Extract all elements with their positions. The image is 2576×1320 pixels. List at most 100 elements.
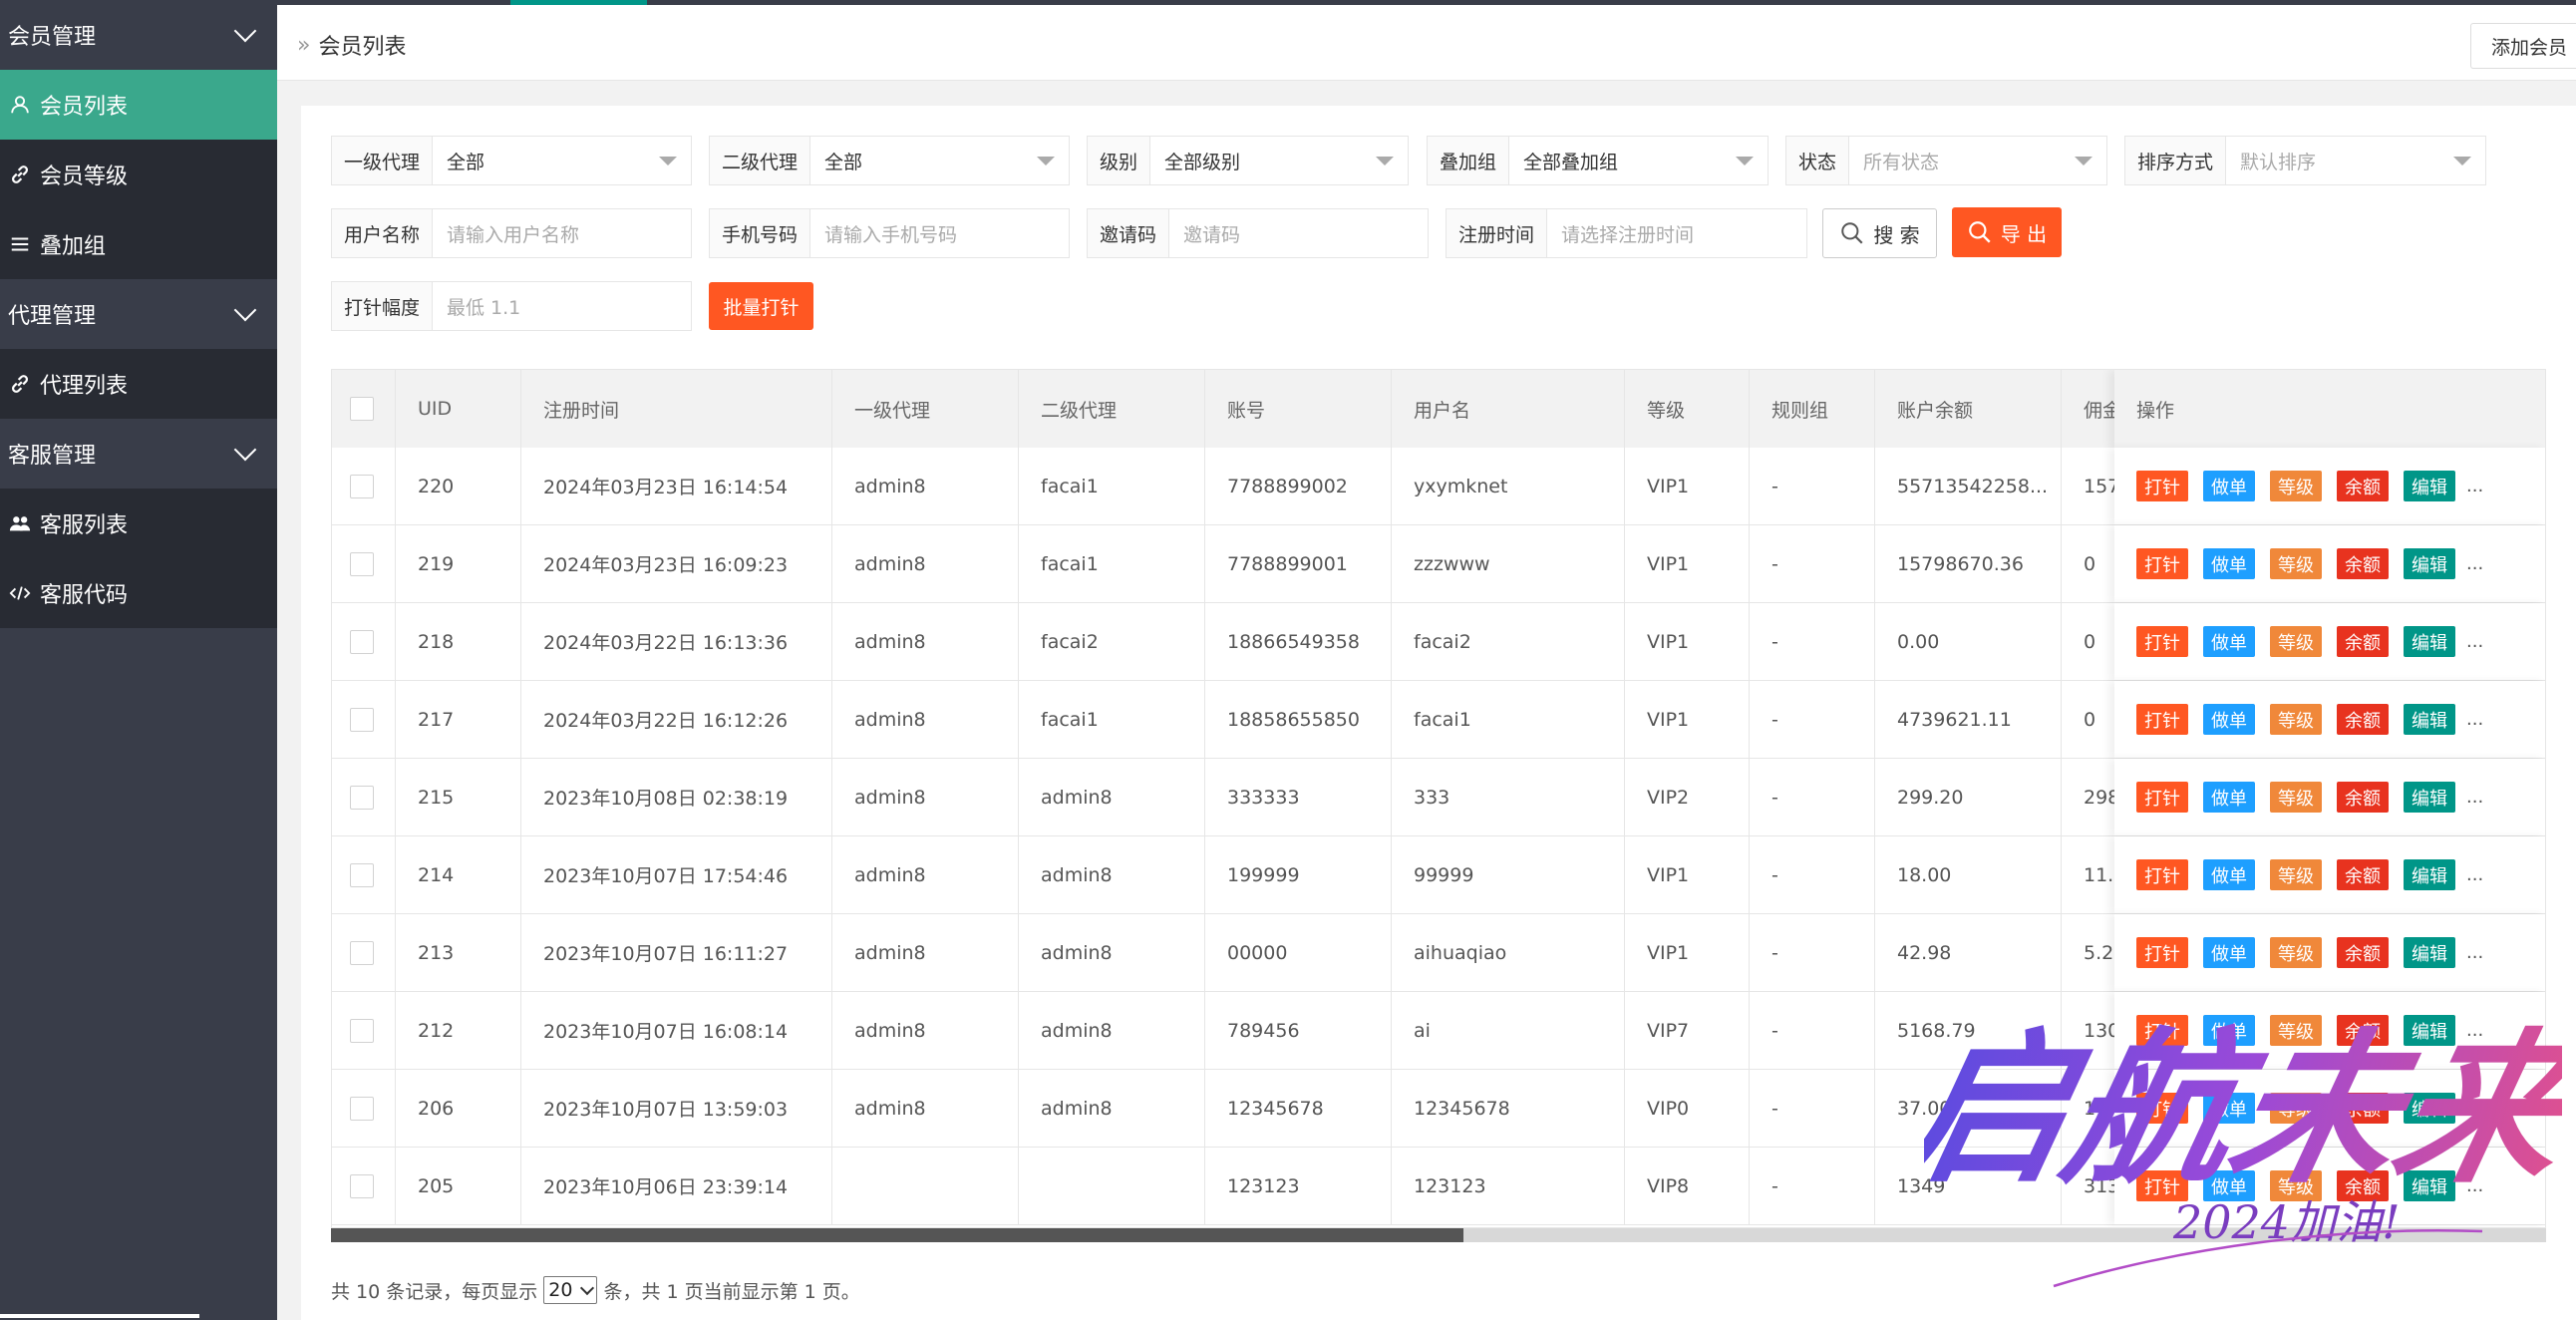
inject-button[interactable]: 打针: [2136, 1170, 2188, 1201]
balance-button[interactable]: 余额: [2337, 1015, 2389, 1046]
sidebar-group-service[interactable]: 客服管理: [0, 419, 277, 489]
row-checkbox[interactable]: [350, 785, 374, 810]
level-button[interactable]: 等级: [2270, 471, 2322, 501]
inject-button[interactable]: 打针: [2136, 1093, 2188, 1124]
sidebar-item-agent-list[interactable]: 代理列表: [0, 349, 277, 419]
order-button[interactable]: 做单: [2203, 859, 2255, 890]
sidebar-group-agents[interactable]: 代理管理: [0, 279, 277, 349]
select-all-checkbox[interactable]: [350, 397, 374, 421]
level-button[interactable]: 等级: [2270, 704, 2322, 735]
agent2-value[interactable]: 全部: [810, 137, 1069, 184]
username-input[interactable]: 请输入用户名称: [433, 209, 691, 257]
sidebar-item-member-list[interactable]: 会员列表: [0, 70, 277, 140]
order-button[interactable]: 做单: [2203, 937, 2255, 968]
agent1-select[interactable]: 一级代理 全部: [331, 136, 692, 185]
edit-button[interactable]: 编辑: [2404, 782, 2455, 813]
order-button[interactable]: 做单: [2203, 782, 2255, 813]
edit-button[interactable]: 编辑: [2404, 937, 2455, 968]
edit-button[interactable]: 编辑: [2404, 859, 2455, 890]
more-actions[interactable]: ...: [2466, 942, 2483, 963]
sidebar-item-member-level[interactable]: 会员等级: [0, 140, 277, 209]
edit-button[interactable]: 编辑: [2404, 704, 2455, 735]
balance-button[interactable]: 余额: [2337, 626, 2389, 657]
col-header-username[interactable]: 用户名: [1392, 370, 1625, 448]
sort-value[interactable]: 默认排序: [2226, 137, 2485, 184]
order-button[interactable]: 做单: [2203, 548, 2255, 579]
agent2-select[interactable]: 二级代理 全部: [709, 136, 1070, 185]
edit-button[interactable]: 编辑: [2404, 626, 2455, 657]
balance-button[interactable]: 余额: [2337, 782, 2389, 813]
sidebar-item-overlay-group[interactable]: 叠加组: [0, 209, 277, 279]
col-header-rule[interactable]: 规则组: [1750, 370, 1875, 448]
sidebar-item-service-list[interactable]: 客服列表: [0, 489, 277, 558]
invite-input[interactable]: 邀请码: [1169, 209, 1428, 257]
order-button[interactable]: 做单: [2203, 704, 2255, 735]
edit-button[interactable]: 编辑: [2404, 548, 2455, 579]
more-actions[interactable]: ...: [2466, 1175, 2483, 1196]
edit-button[interactable]: 编辑: [2404, 1015, 2455, 1046]
level-value[interactable]: 全部级别: [1150, 137, 1408, 184]
balance-button[interactable]: 余额: [2337, 471, 2389, 501]
row-checkbox[interactable]: [350, 551, 374, 576]
balance-button[interactable]: 余额: [2337, 548, 2389, 579]
more-actions[interactable]: ...: [2466, 476, 2483, 496]
col-header-uid[interactable]: UID: [396, 370, 521, 448]
edit-button[interactable]: 编辑: [2404, 471, 2455, 501]
amplitude-field[interactable]: 打针幅度 最低 1.1: [331, 281, 692, 331]
edit-button[interactable]: 编辑: [2404, 1170, 2455, 1201]
export-button[interactable]: 导 出: [1952, 207, 2062, 257]
username-field[interactable]: 用户名称 请输入用户名称: [331, 208, 692, 258]
level-button[interactable]: 等级: [2270, 626, 2322, 657]
level-button[interactable]: 等级: [2270, 782, 2322, 813]
batch-inject-button[interactable]: 批量打针: [709, 282, 813, 330]
inject-button[interactable]: 打针: [2136, 548, 2188, 579]
col-header-balance[interactable]: 账户余额: [1875, 370, 2062, 448]
more-actions[interactable]: ...: [2466, 787, 2483, 808]
balance-button[interactable]: 余额: [2337, 859, 2389, 890]
level-button[interactable]: 等级: [2270, 937, 2322, 968]
row-checkbox[interactable]: [350, 474, 374, 498]
group-select[interactable]: 叠加组 全部叠加组: [1427, 136, 1769, 185]
col-header-agent1[interactable]: 一级代理: [832, 370, 1019, 448]
agent1-value[interactable]: 全部: [433, 137, 691, 184]
status-select[interactable]: 状态 所有状态: [1785, 136, 2107, 185]
amplitude-input[interactable]: 最低 1.1: [433, 282, 691, 330]
row-checkbox[interactable]: [350, 940, 374, 965]
level-button[interactable]: 等级: [2270, 1015, 2322, 1046]
row-checkbox[interactable]: [350, 862, 374, 887]
invite-field[interactable]: 邀请码 邀请码: [1087, 208, 1429, 258]
regtime-field[interactable]: 注册时间 请选择注册时间: [1446, 208, 1807, 258]
row-checkbox[interactable]: [350, 707, 374, 732]
group-value[interactable]: 全部叠加组: [1509, 137, 1768, 184]
order-button[interactable]: 做单: [2203, 626, 2255, 657]
sidebar-group-members[interactable]: 会员管理: [0, 0, 277, 70]
inject-button[interactable]: 打针: [2136, 626, 2188, 657]
balance-button[interactable]: 余额: [2337, 1170, 2389, 1201]
more-actions[interactable]: ...: [2466, 1020, 2483, 1041]
more-actions[interactable]: ...: [2466, 631, 2483, 652]
phone-input[interactable]: 请输入手机号码: [810, 209, 1069, 257]
search-button[interactable]: 搜 索: [1822, 208, 1937, 258]
row-checkbox[interactable]: [350, 1018, 374, 1043]
balance-button[interactable]: 余额: [2337, 1093, 2389, 1124]
row-checkbox[interactable]: [350, 629, 374, 654]
level-select[interactable]: 级别 全部级别: [1087, 136, 1409, 185]
col-header-agent2[interactable]: 二级代理: [1019, 370, 1205, 448]
inject-button[interactable]: 打针: [2136, 704, 2188, 735]
balance-button[interactable]: 余额: [2337, 704, 2389, 735]
more-actions[interactable]: ...: [2466, 1098, 2483, 1119]
inject-button[interactable]: 打针: [2136, 471, 2188, 501]
more-actions[interactable]: ...: [2466, 709, 2483, 730]
order-button[interactable]: 做单: [2203, 1093, 2255, 1124]
scrollbar-thumb[interactable]: [331, 1228, 1463, 1242]
order-button[interactable]: 做单: [2203, 471, 2255, 501]
col-header-regtime[interactable]: 注册时间: [521, 370, 832, 448]
sort-select[interactable]: 排序方式 默认排序: [2124, 136, 2486, 185]
add-member-button[interactable]: 添加会员: [2470, 23, 2576, 69]
inject-button[interactable]: 打针: [2136, 859, 2188, 890]
inject-button[interactable]: 打针: [2136, 937, 2188, 968]
inject-button[interactable]: 打针: [2136, 1015, 2188, 1046]
col-header-level[interactable]: 等级: [1625, 370, 1750, 448]
horizontal-scrollbar[interactable]: [331, 1228, 2546, 1242]
phone-field[interactable]: 手机号码 请输入手机号码: [709, 208, 1070, 258]
